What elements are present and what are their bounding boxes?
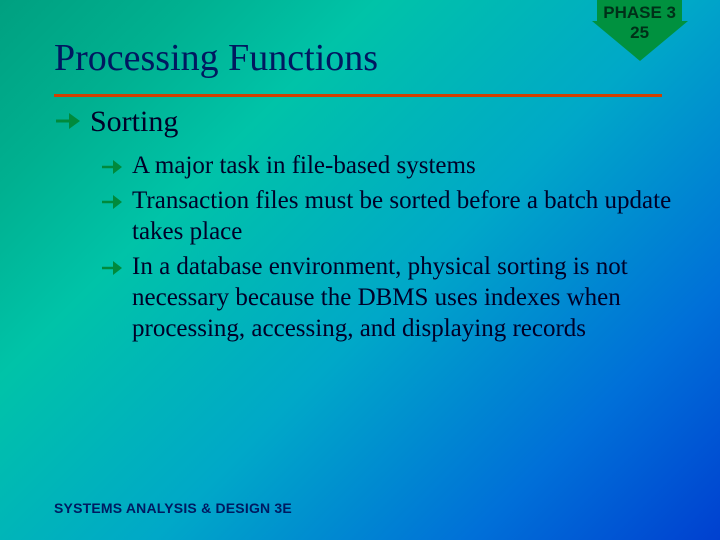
arrow-right-icon — [54, 108, 80, 134]
bullet-level2-text: In a database environment, physical sort… — [132, 251, 672, 344]
bullet-level2-text: A major task in file-based systems — [132, 150, 476, 181]
slide: PHASE 3 25 Processing Functions Sorting — [0, 0, 720, 540]
arrow-right-icon — [100, 191, 122, 213]
bullet-level1: Sorting — [54, 104, 674, 140]
sub-bullets: A major task in file-based systems Trans… — [100, 150, 674, 344]
arrow-right-icon — [100, 257, 122, 279]
phase-badge: PHASE 3 25 — [597, 0, 682, 63]
arrow-right-icon — [100, 156, 122, 178]
footer-text: SYSTEMS ANALYSIS & DESIGN 3E — [54, 500, 292, 516]
title-underline — [54, 94, 662, 97]
phase-number: 25 — [630, 23, 649, 43]
bullet-level2: In a database environment, physical sort… — [100, 251, 674, 344]
phase-label: PHASE 3 — [597, 0, 682, 23]
bullet-level2: A major task in file-based systems — [100, 150, 674, 181]
bullet-level2-text: Transaction files must be sorted before … — [132, 185, 672, 247]
slide-body: Sorting A major task in file-based syste… — [54, 104, 674, 348]
bullet-level1-text: Sorting — [90, 104, 178, 140]
phase-arrow: 25 — [597, 23, 682, 63]
slide-title: Processing Functions — [54, 36, 378, 80]
bullet-level2: Transaction files must be sorted before … — [100, 185, 674, 247]
